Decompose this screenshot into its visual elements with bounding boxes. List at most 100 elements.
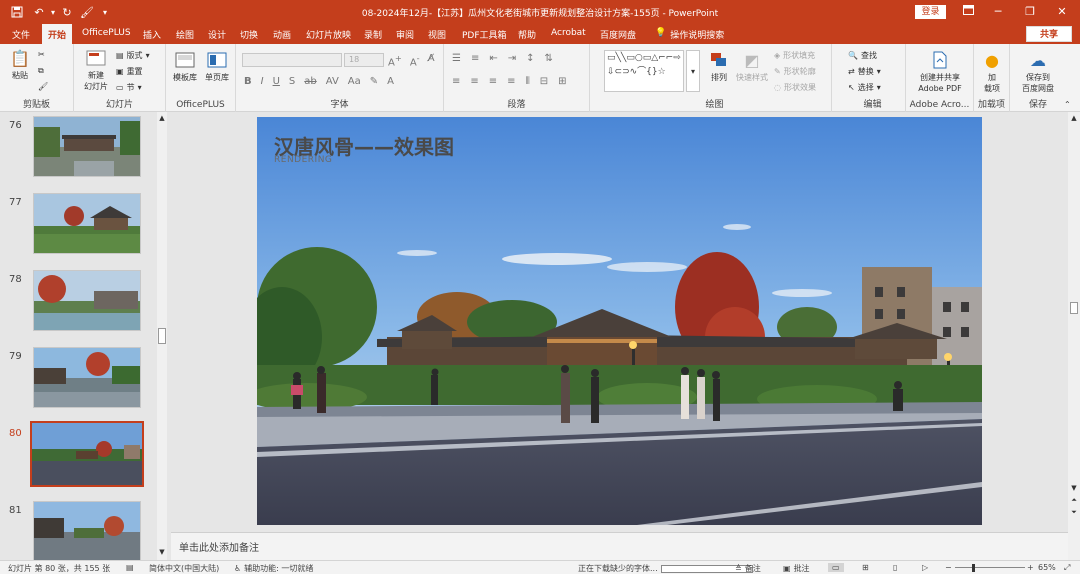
font-color-icon[interactable]: A [387,76,394,87]
tab-view[interactable]: 视图 [428,28,446,41]
font-name-combo[interactable] [242,53,342,67]
clear-format-icon[interactable]: A̸ [428,53,435,68]
thumbnail-scroll-thumb[interactable] [158,328,166,344]
tab-acrobat[interactable]: Acrobat [551,28,586,38]
change-case-icon[interactable]: Aa [348,76,361,87]
line-spacing-icon[interactable]: ↕ [526,53,534,64]
single-page-library-button[interactable]: 单页库 [202,50,232,83]
shape-fill-button[interactable]: ◈ 形状填充 [774,50,815,61]
tab-baidu-netdisk[interactable]: 百度网盘 [600,28,636,41]
normal-view-icon[interactable]: ▭ [828,563,844,572]
save-to-baidu-button[interactable]: ☁ 保存到 百度网盘 [1014,50,1062,94]
section-button[interactable]: ▭ 节 ▾ [116,82,142,93]
bold-icon[interactable]: B [244,76,252,87]
columns-icon[interactable]: ⫴ [526,76,530,87]
tab-help[interactable]: 帮助 [518,28,536,41]
slideshow-view-icon[interactable]: ▷ [922,563,928,572]
slide-thumbnail[interactable]: 77 [0,193,155,263]
strikethrough-icon[interactable]: ab [304,76,316,87]
replace-button[interactable]: ⇄ 替换 ▾ [848,66,881,77]
find-button[interactable]: 🔍 查找 [848,50,877,61]
tab-design[interactable]: 设计 [208,28,226,41]
slide-scroll-thumb[interactable] [1070,302,1078,314]
arrange-button[interactable]: 排列 [704,50,734,83]
close-icon[interactable]: ✕ [1052,4,1072,20]
justify-icon[interactable]: ≡ [507,76,515,87]
tab-review[interactable]: 审阅 [396,28,414,41]
char-spacing-icon[interactable]: AV [326,76,339,87]
grow-font-icon[interactable]: A+ [388,53,402,68]
zoom-level[interactable]: 65% [1038,563,1056,572]
reset-button[interactable]: ▣ 重置 [116,66,143,77]
scroll-up-icon[interactable]: ▲ [1068,114,1080,122]
bullets-icon[interactable]: ☰ [452,53,461,64]
zoom-in-icon[interactable]: + [1027,563,1034,572]
highlight-icon[interactable]: ✎ [370,76,378,87]
copy-icon[interactable]: ⧉ [38,66,44,76]
font-size-combo[interactable]: 18 [344,53,384,67]
zoom-slider[interactable] [955,567,1025,568]
new-slide-button[interactable]: 新建 幻灯片 [80,48,112,92]
zoom-slider-thumb[interactable] [972,564,975,572]
layout-button[interactable]: ▤ 版式 ▾ [116,50,150,61]
align-left-icon[interactable]: ≡ [452,76,460,87]
slide-scrollbar[interactable]: ▲ ▼ ⏶ ⏷ [1068,112,1080,560]
tell-me-search[interactable]: 💡 操作说明搜索 [655,28,724,41]
select-button[interactable]: ↖ 选择 ▾ [848,82,881,93]
current-slide[interactable]: 汉唐风骨——效果图 RENDERING [257,117,982,525]
accessibility-status[interactable]: ♿ 辅助功能: 一切就绪 [234,563,313,574]
increase-indent-icon[interactable]: ⇥ [508,53,516,64]
tab-home[interactable]: 开始 [42,24,73,44]
underline-icon[interactable]: U [273,76,280,87]
align-text-icon[interactable]: ⊟ [540,76,548,87]
tab-draw[interactable]: 绘图 [176,28,194,41]
notes-pane[interactable]: 单击此处添加备注 [171,532,1068,560]
scroll-up-icon[interactable]: ▲ [157,114,167,122]
shadow-icon[interactable]: S [289,76,295,87]
spellcheck-icon[interactable]: ▤ [126,563,134,572]
slide-subtitle[interactable]: RENDERING [274,155,332,165]
tab-record[interactable]: 录制 [364,28,382,41]
template-library-button[interactable]: 模板库 [170,50,200,83]
slide-thumbnail[interactable]: 79 [0,347,155,417]
shape-outline-button[interactable]: ✎ 形状轮廓 [774,66,816,77]
addins-button[interactable]: ● 加 载项 [976,50,1008,94]
align-center-icon[interactable]: ≡ [470,76,478,87]
previous-slide-icon[interactable]: ⏶ [1068,496,1080,505]
tab-insert[interactable]: 插入 [143,28,161,41]
thumbnail-scrollbar[interactable]: ▲ ▼ [157,112,167,560]
ribbon-display-icon[interactable] [958,4,978,20]
text-direction-icon[interactable]: ⇅ [545,53,553,64]
scroll-down-icon[interactable]: ▼ [157,548,167,556]
share-button[interactable]: 共享 [1026,26,1072,42]
format-painter-button-icon[interactable]: 🖌 [38,82,48,91]
align-right-icon[interactable]: ≡ [489,76,497,87]
cut-icon[interactable]: ✂ [38,50,45,59]
tab-animations[interactable]: 动画 [273,28,291,41]
zoom-out-icon[interactable]: − [945,563,952,572]
notes-toggle[interactable]: ≜ 备注 [735,563,761,574]
save-icon[interactable] [8,3,26,21]
shapes-gallery[interactable]: ▭╲╲▭○▭△⌐⌐⇨⇩⊂⊃∿⌒{}☆ [604,50,684,92]
tab-pdf-toolbox[interactable]: PDF工具箱 [462,28,507,41]
tab-transitions[interactable]: 切换 [240,28,258,41]
next-slide-icon[interactable]: ⏷ [1068,508,1080,517]
smartart-icon[interactable]: ⊞ [558,76,566,87]
paste-button[interactable]: 📋 粘贴 [6,48,34,81]
tab-file[interactable]: 文件 [12,28,30,41]
tab-officeplus[interactable]: OfficePLUS [82,28,131,38]
scroll-down-icon[interactable]: ▼ [1068,484,1080,492]
reading-view-icon[interactable]: ▯ [893,563,897,572]
login-button[interactable]: 登录 [915,5,946,19]
decrease-indent-icon[interactable]: ⇤ [489,53,497,64]
customize-qat-icon[interactable]: ▾ [96,3,114,21]
shapes-gallery-more-icon[interactable]: ▾ [686,50,700,92]
comments-toggle[interactable]: ▣ 批注 [783,563,810,574]
minimize-icon[interactable]: ─ [988,4,1008,20]
create-share-pdf-button[interactable]: 创建并共享 Adobe PDF [910,50,970,94]
slide-thumbnail[interactable]: 76 [0,116,155,186]
fit-to-window-icon[interactable]: ⤢ [1064,563,1070,573]
quick-styles-button[interactable]: ◩ 快速样式 [734,50,770,83]
italic-icon[interactable]: I [261,76,264,87]
restore-icon[interactable]: ❐ [1020,4,1040,20]
